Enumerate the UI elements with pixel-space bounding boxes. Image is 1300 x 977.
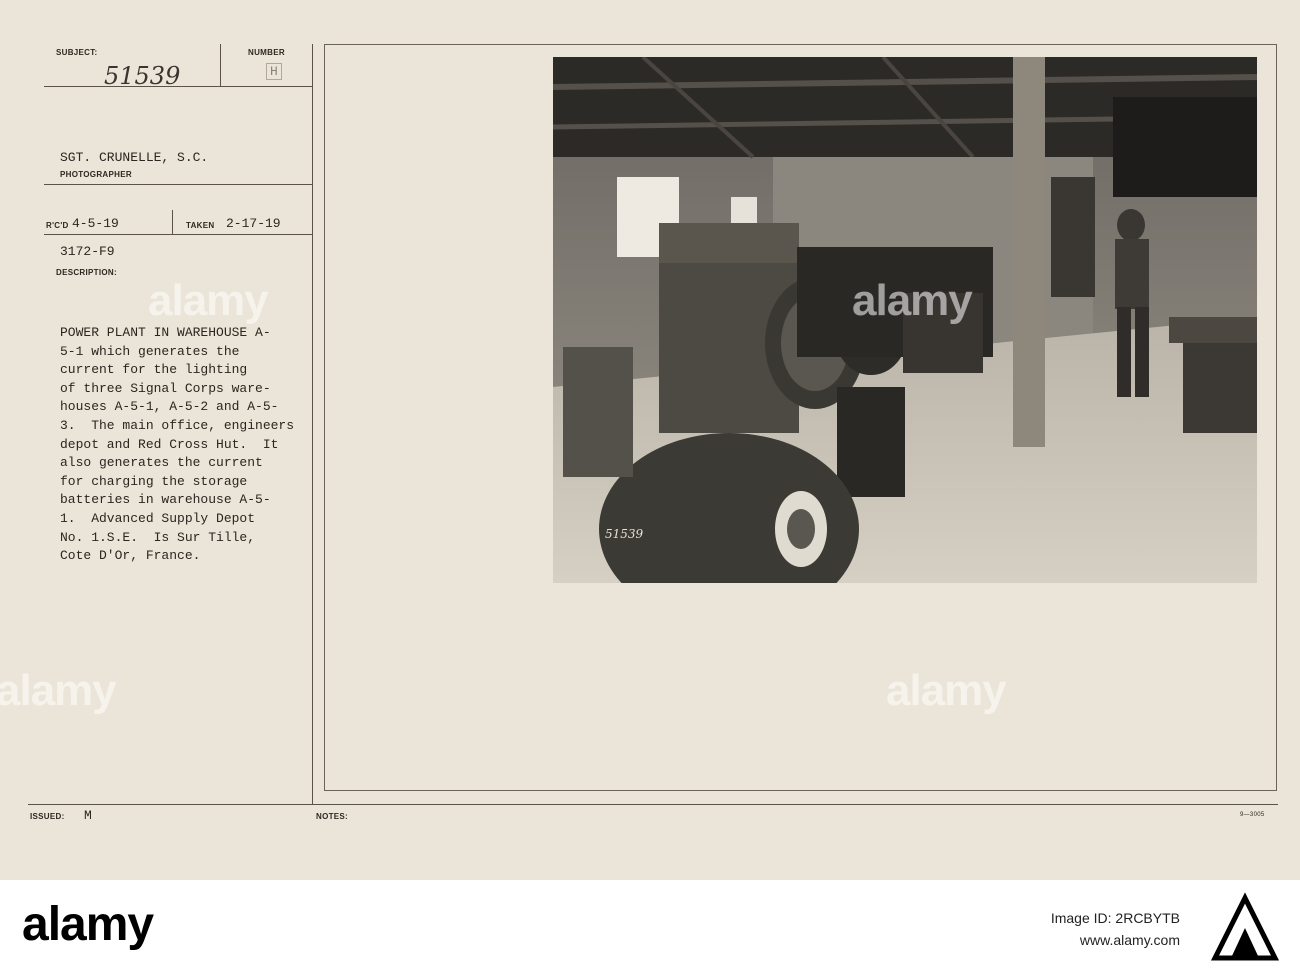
rule-photographer-bottom	[44, 184, 312, 185]
watermark: alamy	[0, 666, 117, 715]
description-line: 3. The main office, engineers	[60, 417, 295, 433]
description-line: depot and Red Cross Hut. It	[60, 436, 279, 452]
issued-value: M	[84, 808, 92, 823]
description-line: also generates the current	[60, 455, 263, 471]
footer-bar	[0, 880, 1300, 977]
rule-vertical-subject	[220, 44, 221, 86]
watermark: alamy	[148, 276, 269, 325]
description-line: houses A-5-1, A-5-2 and A-5-	[60, 399, 279, 415]
description-line: 1. Advanced Supply Depot	[60, 510, 256, 526]
recd-value: 4-5-19	[72, 216, 119, 231]
image-id: Image ID: 2RCBYTB	[1050, 910, 1180, 926]
rule-bottom	[28, 804, 1278, 805]
file-code: 3172-F9	[60, 244, 115, 259]
description-line: for charging the storage	[60, 473, 248, 489]
description-label: DESCRIPTION:	[56, 268, 117, 277]
description-line: Cote D'Or, France.	[60, 548, 201, 564]
photo-stamp: 51539	[605, 527, 644, 541]
taken-label: TAKEN	[186, 221, 215, 230]
recd-label: R'C'D	[46, 221, 69, 230]
watermark: alamy	[886, 666, 1007, 715]
description-line: No. 1.S.E. Is Sur Tille,	[60, 529, 256, 545]
notes-label: NOTES:	[316, 812, 349, 821]
description-text: POWER PLANT IN WAREHOUSE A- 5-1 which ge…	[60, 324, 350, 566]
form-code: 9—3005	[1240, 812, 1265, 818]
footer-logo: alamy	[22, 898, 154, 951]
number-value: H	[266, 63, 282, 80]
watermark: alamy	[852, 276, 973, 325]
alamy-mark-icon	[1209, 892, 1281, 964]
record-card: SUBJECT: 51539 NUMBER H SGT. CRUNELLE, S…	[0, 0, 1300, 880]
photographer-name: SGT. CRUNELLE, S.C.	[60, 150, 209, 165]
description-line: 5-1 which generates the	[60, 343, 240, 359]
description-line: batteries in warehouse A-5-	[60, 492, 271, 508]
description-line: POWER PLANT IN WAREHOUSE A-	[60, 325, 271, 340]
number-label: NUMBER	[248, 48, 285, 57]
rule-vertical-taken	[172, 210, 173, 234]
subject-value: 51539	[104, 62, 181, 90]
rule-dates-bottom	[44, 234, 312, 235]
issued-label: ISSUED:	[30, 812, 65, 821]
taken-value: 2-17-19	[226, 216, 281, 231]
description-line: current for the lighting	[60, 362, 248, 378]
photographer-label: PHOTOGRAPHER	[60, 170, 132, 179]
site-url: www.alamy.com	[1079, 932, 1180, 948]
alamy-mark-glyph	[1210, 892, 1280, 961]
description-line: of three Signal Corps ware-	[60, 380, 271, 396]
subject-label: SUBJECT:	[56, 48, 98, 57]
